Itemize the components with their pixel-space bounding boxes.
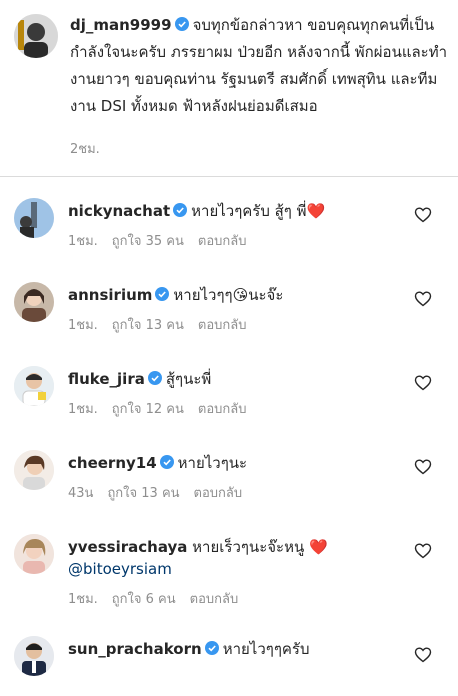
commenter-username[interactable]: sun_prachakorn: [68, 640, 202, 658]
comment-body: หายไวๆๆ: [173, 286, 233, 304]
comment-text: annsirium หายไวๆๆ😘นะจ๊ะ: [68, 284, 408, 306]
comment-likes[interactable]: ถูกใจ 6 คน: [112, 592, 176, 607]
heart-emoji: ❤️: [306, 202, 326, 220]
verified-badge-icon: [174, 17, 189, 31]
comment-meta: 1ชม. ถูกใจ 6 คน ตอบกลับ: [68, 588, 252, 609]
commenter-avatar[interactable]: [14, 366, 54, 406]
commenter-username[interactable]: nickynachat: [68, 202, 170, 220]
post-timestamp: 2ชม.: [70, 142, 100, 157]
comment-text: yvessirachaya หายเร็วๆนะจ๊ะหนู ❤️ @bitoe…: [68, 536, 408, 580]
comment-timestamp: 1ชม.: [68, 402, 98, 417]
like-heart-icon[interactable]: [414, 542, 432, 560]
comment-item: sun_prachakorn หายไวๆๆครับ: [0, 626, 458, 696]
comment-timestamp: 43น: [68, 486, 94, 501]
like-heart-icon[interactable]: [414, 646, 432, 664]
comment-likes[interactable]: ถูกใจ 35 คน: [112, 234, 184, 249]
comment-item: annsirium หายไวๆๆ😘นะจ๊ะ 1ชม. ถูกใจ 13 คน ตอ…: [0, 272, 458, 356]
post-caption-block: dj_man9999 จบทุกข้อกล่าวหา ขอบคุณทุกคนที่…: [0, 0, 458, 177]
post-caption: dj_man9999 จบทุกข้อกล่าวหา ขอบคุณทุกคนที่…: [70, 12, 450, 120]
comment-body: สู้ๆนะพี่: [165, 370, 212, 388]
verified-badge-icon: [159, 455, 174, 469]
reply-button[interactable]: ตอบกลับ: [194, 486, 243, 501]
comment-text: cheerny14 หายไวๆนะ: [68, 452, 408, 474]
comment-item: cheerny14 หายไวๆนะ 43น ถูกใจ 13 คน ตอบกลับ: [0, 440, 458, 524]
like-heart-icon[interactable]: [414, 206, 432, 224]
comment-text: nickynachat หายไวๆครับ สู้ๆ พี่❤️: [68, 200, 408, 222]
reply-button[interactable]: ตอบกลับ: [190, 592, 239, 607]
commenter-avatar[interactable]: [14, 198, 54, 238]
commenter-username[interactable]: yvessirachaya: [68, 538, 187, 556]
commenter-avatar[interactable]: [14, 450, 54, 490]
comment-text: fluke_jira สู้ๆนะพี่: [68, 368, 408, 390]
commenter-username[interactable]: cheerny14: [68, 454, 157, 472]
commenter-username[interactable]: fluke_jira: [68, 370, 145, 388]
comment-text: sun_prachakorn หายไวๆๆครับ: [68, 638, 408, 660]
heart-emoji: ❤️: [309, 538, 328, 556]
like-heart-icon[interactable]: [414, 374, 432, 392]
comment-item: nickynachat หายไวๆครับ สู้ๆ พี่❤️ 1ชม. ถูก…: [0, 188, 458, 272]
comment-likes[interactable]: ถูกใจ 13 คน: [112, 318, 184, 333]
verified-badge-icon: [155, 287, 170, 301]
comment-meta: 1ชม. ถูกใจ 12 คน ตอบกลับ: [68, 398, 261, 419]
commenter-avatar[interactable]: [14, 636, 54, 676]
verified-badge-icon: [204, 641, 219, 655]
post-author-avatar[interactable]: [14, 14, 58, 58]
comment-item: fluke_jira สู้ๆนะพี่ 1ชม. ถูกใจ 12 คน ตอบกล…: [0, 356, 458, 440]
comment-timestamp: 1ชม.: [68, 592, 98, 607]
comment-body: หายเร็วๆนะจ๊ะหนู: [192, 538, 305, 556]
commenter-avatar[interactable]: [14, 282, 54, 322]
comment-body: หายไวๆๆครับ: [222, 640, 310, 658]
comment-likes[interactable]: ถูกใจ 12 คน: [112, 402, 184, 417]
comment-timestamp: 1ชม.: [68, 318, 98, 333]
comment-item: yvessirachaya หายเร็วๆนะจ๊ะหนู ❤️ @bitoe…: [0, 524, 458, 626]
reply-button[interactable]: ตอบกลับ: [198, 234, 247, 249]
verified-badge-icon: [147, 371, 162, 385]
commenter-avatar[interactable]: [14, 534, 54, 574]
comment-meta: 43น ถูกใจ 13 คน ตอบกลับ: [68, 482, 256, 503]
post-author-username[interactable]: dj_man9999: [70, 16, 172, 34]
comment-timestamp: 1ชม.: [68, 234, 98, 249]
like-heart-icon[interactable]: [414, 458, 432, 476]
verified-badge-icon: [173, 203, 188, 217]
mention-link[interactable]: @bitoeyrsiam: [68, 560, 172, 578]
comment-body: หายไวๆครับ สู้ๆ พี่: [191, 202, 307, 220]
comment-meta: 1ชม. ถูกใจ 35 คน ตอบกลับ: [68, 230, 261, 251]
reply-button[interactable]: ตอบกลับ: [198, 318, 247, 333]
kiss-emoji: 😘: [232, 286, 249, 304]
comment-meta: 1ชม. ถูกใจ 13 คน ตอบกลับ: [68, 314, 261, 335]
comment-body: หายไวๆนะ: [177, 454, 248, 472]
like-heart-icon[interactable]: [414, 290, 432, 308]
comment-body-suffix: นะจ๊ะ: [248, 286, 284, 304]
commenter-username[interactable]: annsirium: [68, 286, 152, 304]
comment-likes[interactable]: ถูกใจ 13 คน: [107, 486, 179, 501]
reply-button[interactable]: ตอบกลับ: [198, 402, 247, 417]
